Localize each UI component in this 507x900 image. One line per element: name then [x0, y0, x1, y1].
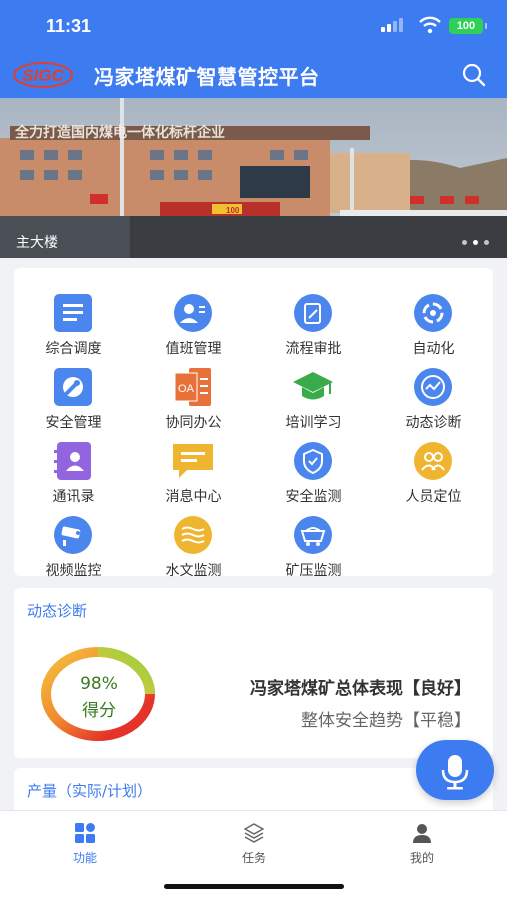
page-title: 冯家塔煤矿智慧管控平台 [94, 65, 320, 89]
dispatch-icon [54, 294, 92, 332]
diagnosis-icon [414, 368, 452, 406]
status-time: 11:31 [46, 16, 92, 36]
layers-icon [244, 823, 264, 843]
banner-sign-number: 100 [226, 206, 240, 215]
app-header: 11:31 100 SIGC 冯家塔煤矿智慧管控平台 [0, 0, 507, 98]
duty-icon [174, 294, 212, 332]
battery-indicator: 100 [449, 18, 487, 34]
camera-icon [54, 516, 92, 554]
grid-icon [75, 823, 95, 843]
mine-cart-icon [294, 516, 332, 554]
tab-tasks[interactable]: 任务 [214, 819, 294, 869]
grid-item-oa[interactable]: OA 协同办公 [134, 354, 253, 431]
tab-label: 任务 [241, 851, 266, 865]
carousel-dot[interactable] [462, 240, 467, 245]
grid-item-approval[interactable]: 流程审批 [254, 280, 373, 357]
banner-carousel[interactable]: 全力打造国内煤电一体化标杆企业 100 主大楼 [0, 98, 507, 258]
grid-label: 水文监测 [165, 563, 222, 579]
contacts-icon [54, 442, 91, 480]
signal-icon [381, 18, 403, 32]
overall-status: 冯家塔煤矿总体表现【良好】 [250, 679, 471, 699]
carousel-dots[interactable] [462, 240, 489, 245]
score-label: 得分 [82, 701, 116, 721]
grid-item-personnel-location[interactable]: 人员定位 [374, 428, 493, 505]
oa-icon: OA [174, 368, 211, 406]
grid-item-safety-mgmt[interactable]: 安全管理 [14, 354, 133, 431]
home-indicator [164, 884, 344, 889]
svg-text:OA: OA [178, 383, 195, 395]
people-icon [414, 442, 452, 480]
approval-icon [294, 294, 332, 332]
status-bar: 11:31 100 [0, 0, 507, 46]
tab-label: 功能 [72, 851, 97, 865]
output-title: 产量（实际/计划） [27, 782, 153, 800]
grid-item-dispatch[interactable]: 综合调度 [14, 280, 133, 357]
microphone-icon [441, 755, 469, 790]
grid-item-automation[interactable]: 自动化 [374, 280, 493, 357]
tab-label: 我的 [409, 851, 434, 865]
score-value: 98% [80, 674, 118, 694]
svg-text:SIGC: SIGC [22, 66, 64, 85]
automation-icon [414, 294, 452, 332]
grid-item-messages[interactable]: 消息中心 [134, 428, 253, 505]
safety-trend: 整体安全趋势【平稳】 [301, 711, 471, 731]
carousel-dot-active[interactable] [473, 240, 478, 245]
grid-label: 视频监控 [45, 563, 102, 579]
carousel-dot[interactable] [484, 240, 489, 245]
grid-item-contacts[interactable]: 通讯录 [14, 428, 133, 505]
grid-item-video[interactable]: 视频监控 [14, 502, 133, 579]
function-grid: 综合调度 值班管理 流程审批 自动化 安全管理 OA 协同办公 培训学习 动态诊… [14, 268, 493, 579]
score-gauge [41, 647, 155, 741]
grid-item-training[interactable]: 培训学习 [254, 354, 373, 431]
message-icon [173, 444, 213, 478]
grid-item-safety-monitor[interactable]: 安全监测 [254, 428, 373, 505]
grid-item-mine-pressure[interactable]: 矿压监测 [254, 502, 373, 579]
diagnosis-card[interactable]: 动态诊断 98% 得分 冯家塔煤矿总体表现【良好】 整体安全趋势【平稳】 [14, 588, 493, 758]
banner-slogan: 全力打造国内煤电一体化标杆企业 [14, 124, 225, 141]
banner-image: 全力打造国内煤电一体化标杆企业 100 [0, 98, 507, 258]
grid-label: 人员定位 [405, 489, 462, 505]
search-icon[interactable] [461, 62, 487, 88]
grid-item-duty[interactable]: 值班管理 [134, 280, 253, 357]
grid-label: 矿压监测 [285, 563, 342, 579]
shield-icon [294, 442, 332, 480]
tab-functions[interactable]: 功能 [45, 819, 125, 869]
wrench-icon [54, 368, 92, 406]
banner-caption: 主大楼 [16, 235, 58, 251]
wifi-icon [419, 16, 441, 34]
tab-mine[interactable]: 我的 [382, 819, 462, 869]
company-logo: SIGC [13, 62, 73, 88]
grid-item-diagnosis[interactable]: 动态诊断 [374, 354, 493, 431]
voice-button[interactable] [416, 740, 494, 800]
grid-item-hydrology[interactable]: 水文监测 [134, 502, 253, 579]
person-icon [413, 824, 431, 843]
diagnosis-title: 动态诊断 [27, 602, 88, 620]
water-icon [174, 516, 212, 554]
graduation-icon [293, 372, 333, 400]
